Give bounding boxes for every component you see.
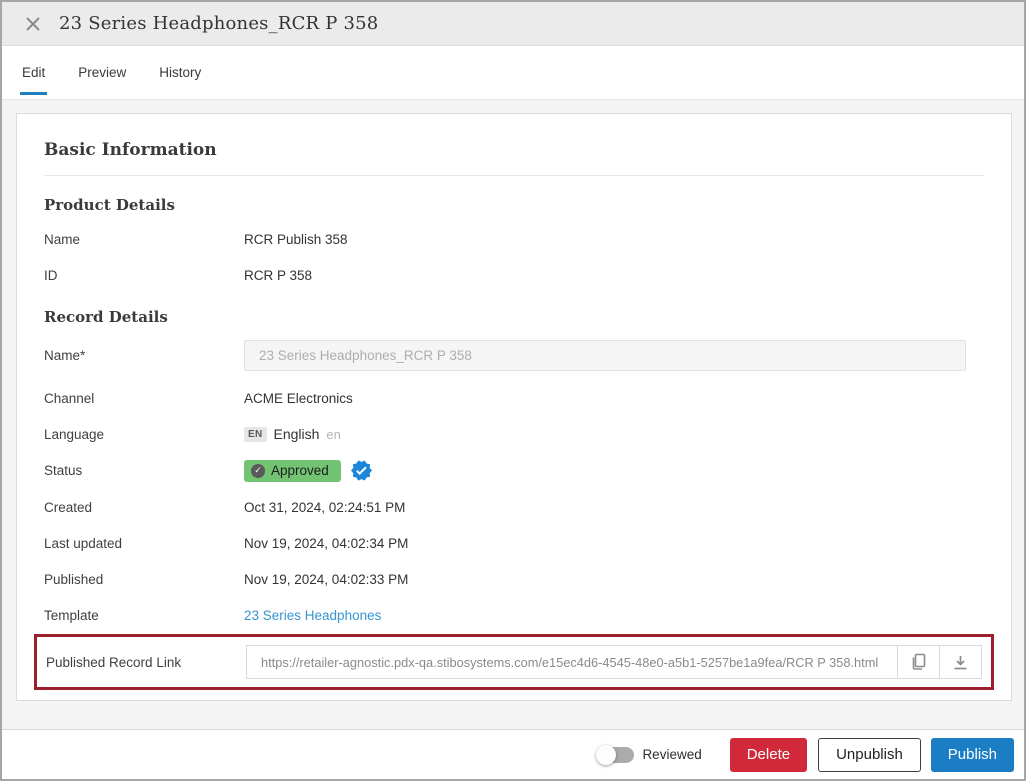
action-footer: Reviewed Delete Unpublish Publish <box>2 729 1024 779</box>
reviewed-toggle-label: Reviewed <box>642 747 701 762</box>
verified-seal-icon <box>350 459 373 482</box>
record-editor-panel: 23 Series Headphones_RCR P 358 Edit Prev… <box>0 0 1026 781</box>
field-row-last-updated: Last updated Nov 19, 2024, 04:02:34 PM <box>44 532 984 554</box>
annotation-highlight-box: Published Record Link <box>34 634 994 690</box>
published-record-link-group <box>246 645 982 679</box>
field-value: RCR Publish 358 <box>244 232 984 247</box>
field-row-language: Language EN English en <box>44 423 984 445</box>
field-row-template: Template 23 Series Headphones <box>44 604 984 626</box>
reviewed-toggle-group: Reviewed <box>598 747 701 763</box>
field-row-channel: Channel ACME Electronics <box>44 387 984 409</box>
field-label: ID <box>44 268 244 283</box>
published-record-link-input[interactable] <box>247 646 897 678</box>
section-divider <box>44 175 984 176</box>
section-heading-basic-information: Basic Information <box>44 140 984 160</box>
field-label: Language <box>44 427 244 442</box>
subsection-heading-product-details: Product Details <box>44 196 984 214</box>
panel-title: 23 Series Headphones_RCR P 358 <box>59 13 378 34</box>
unpublish-button[interactable]: Unpublish <box>818 738 921 772</box>
close-icon[interactable] <box>23 14 43 34</box>
field-label: Published Record Link <box>46 655 246 670</box>
copy-icon <box>910 653 928 671</box>
publish-button[interactable]: Publish <box>931 738 1014 772</box>
field-label: Status <box>44 463 244 478</box>
field-value: ACME Electronics <box>244 391 984 406</box>
field-row-product-name: Name RCR Publish 358 <box>44 228 984 250</box>
field-label: Name <box>44 232 244 247</box>
tab-preview[interactable]: Preview <box>76 46 128 99</box>
field-label: Name* <box>44 348 244 363</box>
copy-link-button[interactable] <box>897 646 939 678</box>
field-row-created: Created Oct 31, 2024, 02:24:51 PM <box>44 496 984 518</box>
field-label: Created <box>44 500 244 515</box>
field-label: Channel <box>44 391 244 406</box>
language-value: EN English en <box>244 426 984 442</box>
tab-bar: Edit Preview History <box>2 46 1024 100</box>
status-value: ✓ Approved <box>244 459 984 482</box>
tab-history[interactable]: History <box>157 46 203 99</box>
status-badge: ✓ Approved <box>244 460 341 482</box>
content-area: Basic Information Product Details Name R… <box>2 100 1024 729</box>
reviewed-toggle[interactable] <box>598 747 634 763</box>
field-label: Template <box>44 608 244 623</box>
language-name: English <box>274 426 320 442</box>
panel-header: 23 Series Headphones_RCR P 358 <box>2 2 1024 46</box>
language-code-badge: EN <box>244 427 267 442</box>
field-row-status: Status ✓ Approved <box>44 459 984 482</box>
field-label: Last updated <box>44 536 244 551</box>
field-value: Oct 31, 2024, 02:24:51 PM <box>244 500 984 515</box>
field-value: Nov 19, 2024, 04:02:33 PM <box>244 572 984 587</box>
tab-edit[interactable]: Edit <box>20 46 47 99</box>
subsection-heading-record-details: Record Details <box>44 308 984 326</box>
field-row-record-name: Name* <box>44 340 984 371</box>
basic-information-card: Basic Information Product Details Name R… <box>16 113 1012 701</box>
download-icon <box>952 654 969 671</box>
field-value: RCR P 358 <box>244 268 984 283</box>
toggle-knob <box>596 745 616 765</box>
field-label: Published <box>44 572 244 587</box>
delete-button[interactable]: Delete <box>730 738 807 772</box>
field-row-published: Published Nov 19, 2024, 04:02:33 PM <box>44 568 984 590</box>
record-name-input[interactable] <box>244 340 966 371</box>
download-link-button[interactable] <box>939 646 981 678</box>
check-circle-icon: ✓ <box>251 464 265 478</box>
language-code: en <box>326 427 340 442</box>
field-row-product-id: ID RCR P 358 <box>44 264 984 286</box>
status-text: Approved <box>271 463 329 478</box>
template-link[interactable]: 23 Series Headphones <box>244 608 984 623</box>
field-value: Nov 19, 2024, 04:02:34 PM <box>244 536 984 551</box>
